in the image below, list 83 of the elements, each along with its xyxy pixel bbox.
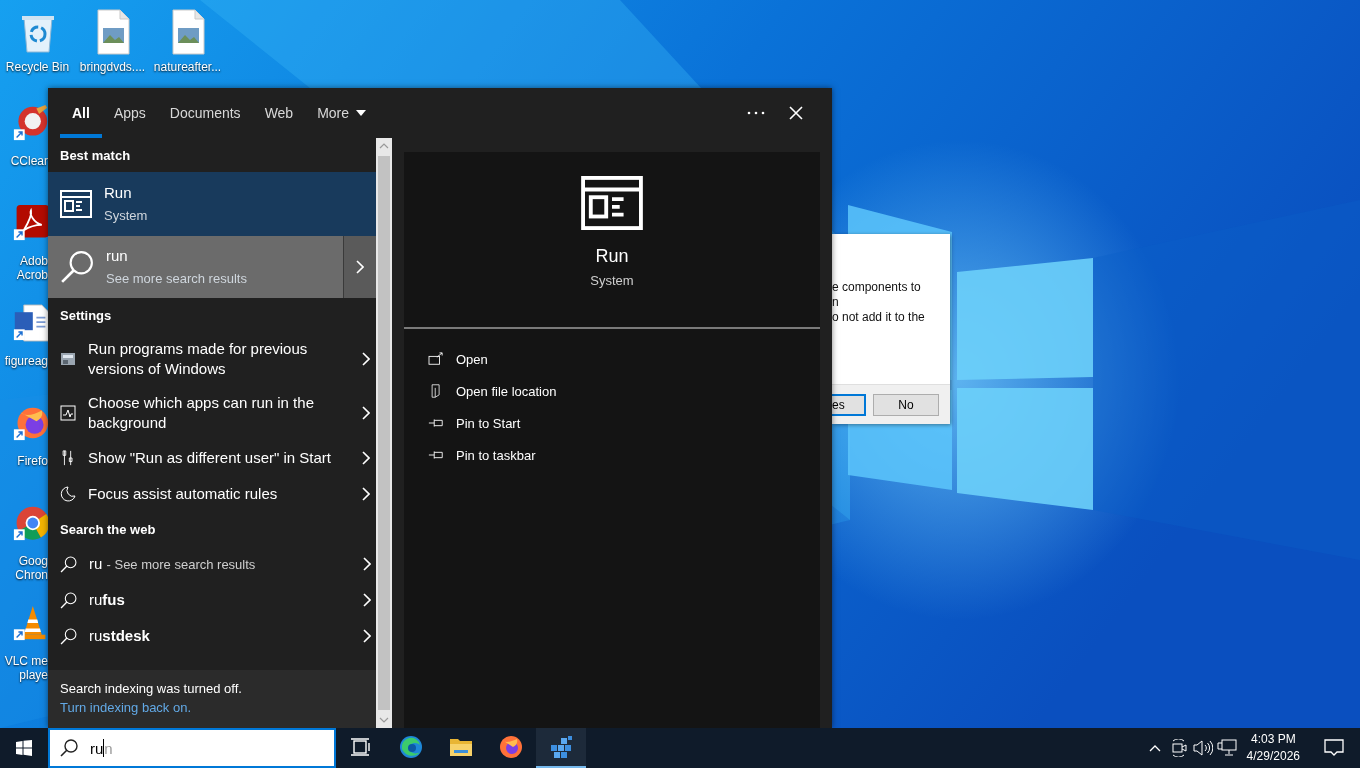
search-icon: [60, 250, 94, 284]
action-item[interactable]: Open: [428, 343, 488, 375]
icon-label: figureag: [3, 354, 48, 368]
tab[interactable]: More: [305, 88, 379, 138]
speaker-icon: [1192, 740, 1213, 756]
windows-logo-icon: [16, 740, 32, 756]
indexing-link[interactable]: Turn indexing back on.: [60, 700, 192, 715]
chevron-icon: [362, 406, 370, 420]
section-heading: Settings: [59, 306, 113, 325]
settings-app-icon: [60, 351, 76, 367]
document-icon[interactable]: [13, 304, 48, 342]
dialog-text: n: [832, 295, 839, 310]
dialog-text: o not add it to the: [832, 310, 925, 325]
tab[interactable]: Web: [252, 88, 306, 138]
info-text: Search indexing was turned off.: [60, 681, 242, 696]
preview-title: Run: [595, 246, 629, 267]
folder-icon: [449, 736, 473, 758]
network-icon: [1216, 739, 1237, 757]
action-item[interactable]: Open file location: [428, 375, 557, 407]
dialog-text: e components to: [832, 280, 921, 295]
moon-icon: [60, 486, 76, 502]
search-icon: [60, 627, 77, 645]
taskbar-button[interactable]: [536, 728, 586, 768]
chevron-icon: [362, 352, 370, 366]
result-item[interactable]: ru - See more search results: [48, 546, 376, 582]
cubes-icon: [549, 735, 573, 759]
icon-label: natureafter...: [153, 60, 222, 74]
tools-icon: [60, 450, 76, 466]
window-icon: [60, 190, 92, 218]
icon-label: Adob Acrob: [15, 254, 48, 282]
action-item[interactable]: Pin to Start: [428, 407, 521, 439]
section-heading: Best match: [59, 146, 132, 165]
chevron-icon: [362, 451, 370, 465]
icon-label: CClear: [9, 154, 48, 168]
camera-icon: [1169, 739, 1188, 757]
open-window-icon: [428, 352, 444, 366]
result-item[interactable]: Choose which apps can run in the background: [48, 386, 376, 440]
pdf-app-icon[interactable]: [13, 204, 48, 242]
scrollbar[interactable]: [376, 138, 392, 728]
traffic-cone-icon[interactable]: [13, 604, 48, 642]
pin-icon: [428, 416, 444, 430]
search-icon: [60, 739, 78, 757]
tab[interactable]: Apps: [101, 88, 158, 138]
icon-label: Goog Chron: [14, 554, 48, 582]
result-item[interactable]: Focus assist automatic rules: [48, 476, 376, 512]
more-icon: [747, 111, 765, 115]
chevron-icon: [363, 629, 371, 643]
search-field[interactable]: run: [48, 728, 336, 768]
icon-label: Recycle Bin: [5, 60, 70, 74]
icon-label: bringdvds....: [79, 60, 146, 74]
icon-label: VLC me playe: [3, 654, 48, 682]
icon-label: Firefo: [16, 454, 48, 468]
browser-icon: [399, 735, 423, 759]
result-item[interactable]: Run System: [48, 172, 376, 236]
dialog-button[interactable]: No: [873, 393, 939, 416]
chrome-icon[interactable]: [13, 504, 48, 542]
action-item[interactable]: Pin to taskbar: [428, 439, 536, 471]
activity-icon: [60, 405, 76, 421]
search-icon: [60, 555, 77, 573]
dialog-button[interactable]: es: [832, 393, 866, 416]
chevron-icon: [356, 260, 364, 274]
firefox-icon: [499, 735, 523, 759]
caret-icon: [356, 110, 367, 116]
result-item[interactable]: Run programs made for previous versions of Windows: [48, 332, 376, 386]
tab[interactable]: All: [60, 88, 102, 138]
result-item[interactable]: rufus: [48, 582, 376, 618]
chevron-up-icon: [1148, 744, 1161, 752]
clock[interactable]: 4:03 PM 4/29/2026: [1238, 728, 1308, 768]
speech-bubble-icon: [1324, 739, 1344, 757]
tab[interactable]: Documents: [157, 88, 253, 138]
pin-icon: [428, 448, 444, 462]
preview-subtitle: System: [590, 273, 634, 288]
section-heading: Search the web: [59, 520, 157, 539]
broom-icon[interactable]: [13, 104, 48, 142]
task-view-icon: [351, 738, 371, 756]
chevron-icon: [363, 557, 371, 571]
search-icon: [60, 591, 77, 609]
chevron-icon: [362, 487, 370, 501]
result-item[interactable]: Show "Run as different user" in Start: [48, 440, 376, 476]
result-item[interactable]: rustdesk: [48, 618, 376, 654]
close-icon: [789, 106, 803, 120]
window-icon: [580, 176, 644, 230]
chevron-icon: [363, 593, 371, 607]
